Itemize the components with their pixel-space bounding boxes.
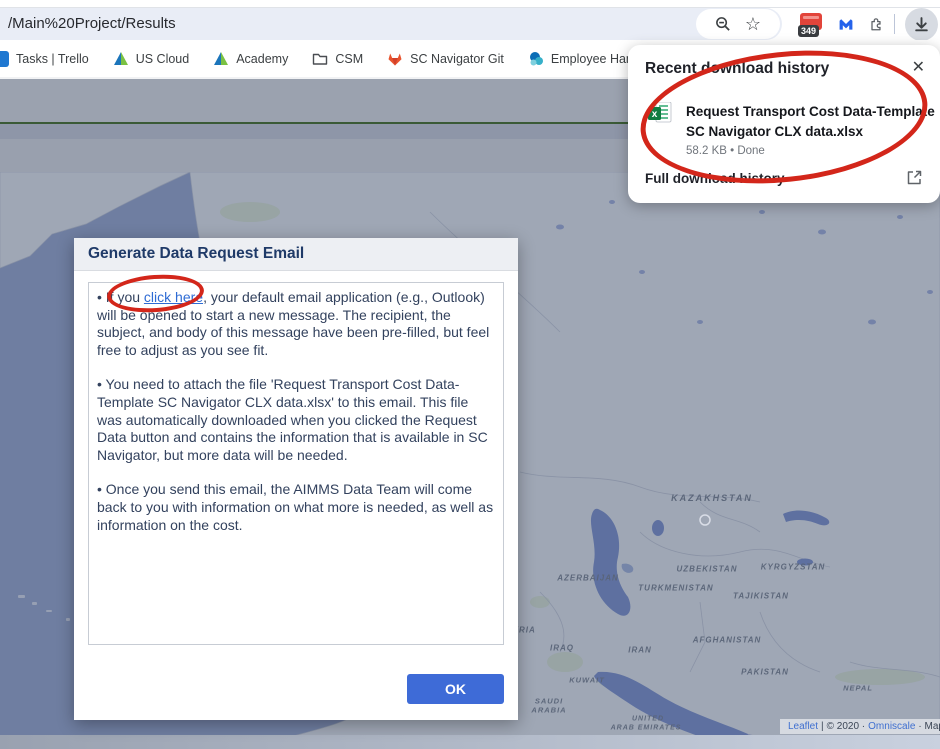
file-name: Request Transport Cost Data-Template SC …	[686, 104, 935, 139]
dialog-paragraph-3: • Once you send this email, the AIMMS Da…	[97, 481, 494, 533]
folder-icon	[313, 53, 328, 65]
download-popup-title: Recent download history	[645, 60, 830, 77]
aimms-icon	[214, 51, 229, 65]
click-here-link[interactable]: click here	[144, 289, 203, 305]
bookmark-academy[interactable]: Academy	[213, 51, 288, 67]
tab-strip	[0, 0, 940, 8]
ok-button[interactable]: OK	[407, 674, 504, 704]
map-label: TURKMENISTAN	[638, 583, 714, 593]
extension-badge: 349	[798, 24, 820, 37]
map-label: KAZAKHSTAN	[671, 493, 753, 503]
trello-icon	[0, 50, 9, 67]
map-label: SAUDI	[534, 696, 564, 706]
map-label: KYRGYZSTAN	[760, 562, 826, 572]
extensions-puzzle-icon[interactable]	[868, 16, 884, 32]
mail-extension-icon[interactable]: 349	[798, 12, 822, 37]
omniscale-link[interactable]: Omniscale	[868, 721, 915, 732]
malwarebytes-icon[interactable]	[838, 16, 854, 32]
url-text[interactable]: /Main%20Project/Results	[8, 15, 176, 32]
full-download-history-link[interactable]: Full download history	[645, 171, 785, 186]
map-attribution: Leaflet | © 2020 · Omniscale · Map da	[780, 719, 940, 734]
map-label: UNITED	[631, 715, 665, 723]
svg-text:x: x	[652, 109, 658, 120]
bookmark-star-icon[interactable]: ☆	[745, 15, 761, 33]
map-label: ARAB EMIRATES	[610, 724, 682, 732]
map-label: ARABIA	[531, 705, 567, 715]
recent-download-history-popup: Recent download history ✕ x Request Tran…	[628, 45, 940, 203]
dialog-title: Generate Data Request Email	[88, 245, 305, 262]
download-icon	[915, 16, 928, 31]
file-meta: 58.2 KB • Done	[686, 145, 765, 157]
bookmark-us-cloud[interactable]: US Cloud	[113, 51, 189, 67]
map-label: UZBEKISTAN	[676, 564, 738, 574]
zoom-out-icon[interactable]	[715, 16, 731, 32]
dialog-message-box: • If you click here, your default email …	[88, 282, 504, 645]
generate-data-request-email-dialog: Generate Data Request Email • If you cli…	[74, 238, 518, 720]
bottom-edge-strip	[0, 735, 940, 749]
leaflet-link[interactable]: Leaflet	[788, 721, 818, 732]
address-bar[interactable]: /Main%20Project/Results	[0, 8, 782, 40]
map-label: AZERBAIJAN	[557, 573, 619, 583]
excel-file-icon: x	[648, 102, 672, 123]
map-label: IRAQ	[550, 643, 574, 653]
downloads-button[interactable]	[905, 7, 938, 41]
map-label: KUWAIT	[569, 675, 605, 685]
dialog-paragraph-2: • You need to attach the file 'Request T…	[97, 376, 488, 463]
downloaded-file-item[interactable]: x Request Transport Cost Data-Template S…	[648, 102, 935, 157]
close-icon[interactable]: ✕	[912, 57, 925, 77]
omnibox-actions: ☆	[696, 9, 780, 39]
dialog-header: Generate Data Request Email	[74, 238, 518, 271]
map-label: NEPAL	[843, 683, 873, 693]
bookmark-trello[interactable]: Tasks | Trello	[0, 50, 89, 67]
map-label: IRAN	[628, 645, 652, 655]
map-label: AFGHANISTAN	[692, 635, 762, 645]
gitlab-icon	[388, 53, 402, 65]
browser-toolbar: /Main%20Project/Results ☆ 349	[0, 7, 940, 41]
toolbar-divider	[894, 14, 895, 34]
sharepoint-icon	[529, 51, 543, 65]
aimms-icon	[113, 51, 128, 65]
bookmark-csm[interactable]: CSM	[312, 51, 363, 67]
dialog-paragraph-1: • If you click here, your default email …	[97, 289, 490, 358]
bookmark-sc-navigator-git[interactable]: SC Navigator Git	[387, 51, 504, 67]
map-label: TAJIKISTAN	[733, 591, 789, 601]
external-link-icon[interactable]	[906, 169, 923, 186]
map-label: PAKISTAN	[741, 667, 789, 677]
